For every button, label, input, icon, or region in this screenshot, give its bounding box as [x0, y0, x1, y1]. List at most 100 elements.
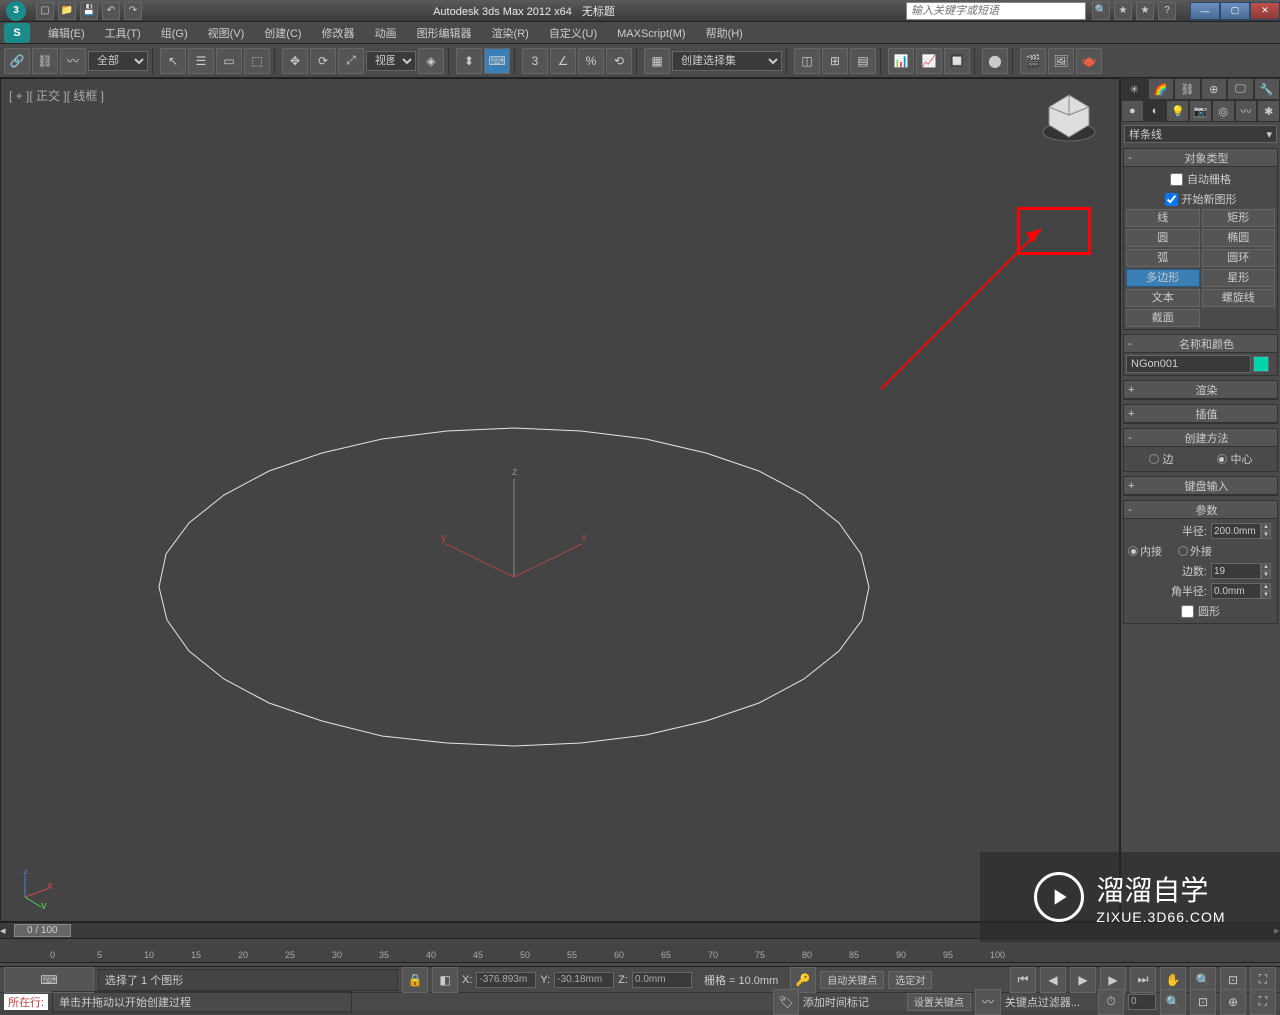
save-icon[interactable]: 💾 [80, 2, 98, 20]
circular-checkbox[interactable] [1181, 605, 1194, 618]
corner-spinner[interactable]: ▲▼ [1211, 583, 1271, 599]
center-radio[interactable] [1217, 454, 1227, 464]
ref-coord-combo[interactable]: 视图 [366, 51, 416, 71]
angle-snap-icon[interactable]: ∠ [550, 48, 576, 74]
key-filter-label[interactable]: 关键点过滤器... [1005, 994, 1080, 1010]
spinner-snap-icon[interactable]: ⟲ [606, 48, 632, 74]
time-ruler[interactable]: 0510152025303540455055606570758085909510… [0, 939, 1280, 963]
utilities-tab-icon[interactable]: 🔧 [1254, 78, 1280, 100]
object-type-button[interactable]: 圆 [1126, 229, 1200, 247]
percent-snap-icon[interactable]: % [578, 48, 604, 74]
render-setup-icon[interactable]: 🎬 [1020, 48, 1046, 74]
unlink-icon[interactable]: ⛓ [32, 48, 58, 74]
graph-icon[interactable]: 📊 [888, 48, 914, 74]
menu-item[interactable]: 编辑(E) [38, 25, 95, 43]
material-icon[interactable]: ⬤ [982, 48, 1008, 74]
application-menu-icon[interactable]: S [4, 23, 30, 43]
edit-named-icon[interactable]: ▦ [644, 48, 670, 74]
edge-radio[interactable] [1149, 454, 1159, 464]
start-new-shape-checkbox[interactable] [1165, 193, 1178, 206]
object-type-button[interactable]: 弧 [1126, 249, 1200, 267]
spacewarps-subtab-icon[interactable]: 〰 [1235, 100, 1258, 122]
systems-subtab-icon[interactable]: ✱ [1257, 100, 1280, 122]
move-icon[interactable]: ✥ [282, 48, 308, 74]
object-type-button[interactable]: 椭圆 [1202, 229, 1276, 247]
select-window-icon[interactable]: ⬚ [244, 48, 270, 74]
layers-icon[interactable]: ▤ [850, 48, 876, 74]
object-type-button[interactable]: 多边形 [1126, 269, 1200, 287]
link-icon[interactable]: 🔗 [4, 48, 30, 74]
select-region-icon[interactable]: ▭ [216, 48, 242, 74]
object-type-button[interactable]: 星形 [1202, 269, 1276, 287]
helpers-subtab-icon[interactable]: ◎ [1212, 100, 1235, 122]
set-key-button[interactable]: 设置关键点 [907, 993, 971, 1011]
rotate-icon[interactable]: ⟳ [310, 48, 336, 74]
object-type-button[interactable]: 螺旋线 [1202, 289, 1276, 307]
mirror-icon[interactable]: ◫ [794, 48, 820, 74]
render-frame-icon[interactable]: 🖼 [1048, 48, 1074, 74]
menu-item[interactable]: 创建(C) [254, 25, 311, 43]
display-tab-icon[interactable]: 🖵 [1227, 78, 1254, 100]
radius-spinner[interactable]: ▲▼ [1211, 523, 1271, 539]
object-type-button[interactable]: 圆环 [1202, 249, 1276, 267]
nav-max-icon[interactable]: ⛶ [1250, 989, 1276, 1015]
prev-frame-icon[interactable]: ◀ [1040, 967, 1066, 993]
auto-key-button[interactable]: 自动关键点 [820, 971, 884, 989]
open-icon[interactable]: 📁 [58, 2, 76, 20]
minimize-button[interactable]: — [1190, 2, 1220, 20]
menu-item[interactable]: 动画 [365, 25, 407, 43]
key-filter-icon[interactable]: 〰 [975, 989, 1001, 1015]
play-icon[interactable]: ▶ [1070, 967, 1096, 993]
select-icon[interactable]: ↖ [160, 48, 186, 74]
manipulate-icon[interactable]: ⬍ [456, 48, 482, 74]
shapes-subtab-icon[interactable]: ◐ [1144, 100, 1167, 122]
menu-item[interactable]: 工具(T) [95, 25, 151, 43]
communication-icon[interactable]: ★ [1114, 2, 1132, 20]
snap-icon[interactable]: 3 [522, 48, 548, 74]
nav-zoom-icon[interactable]: 🔍 [1160, 989, 1186, 1015]
object-type-button[interactable]: 线 [1126, 209, 1200, 227]
menu-item[interactable]: 自定义(U) [539, 25, 607, 43]
undo-icon[interactable]: ↶ [102, 2, 120, 20]
object-type-button[interactable]: 文本 [1126, 289, 1200, 307]
rollout-header[interactable]: -对象类型 [1124, 149, 1277, 167]
menu-item[interactable]: 视图(V) [198, 25, 255, 43]
schematic-icon[interactable]: 🔲 [944, 48, 970, 74]
menu-item[interactable]: 修改器 [312, 25, 365, 43]
menu-item[interactable]: 图形编辑器 [407, 25, 482, 43]
object-name-input[interactable] [1126, 355, 1251, 373]
scale-icon[interactable]: ⤢ [338, 48, 364, 74]
goto-start-icon[interactable]: ⏮ [1010, 967, 1036, 993]
y-coord-input[interactable] [554, 972, 614, 988]
lights-subtab-icon[interactable]: 💡 [1166, 100, 1189, 122]
binoculars-icon[interactable]: 🔍 [1092, 2, 1110, 20]
pivot-icon[interactable]: ◈ [418, 48, 444, 74]
named-selection-combo[interactable]: 创建选择集 [672, 51, 782, 71]
bind-icon[interactable]: 〰 [60, 48, 86, 74]
object-type-button[interactable]: 截面 [1126, 309, 1200, 327]
frame-input[interactable] [1128, 994, 1156, 1010]
object-type-button[interactable]: 矩形 [1202, 209, 1276, 227]
nav-fov-icon[interactable]: ⊡ [1190, 989, 1216, 1015]
goto-end-icon[interactable]: ⏭ [1130, 967, 1156, 993]
favorites-icon[interactable]: ★ [1136, 2, 1154, 20]
auto-grid-checkbox[interactable] [1170, 173, 1183, 186]
keyboard-icon[interactable]: ⌨ [484, 48, 510, 74]
object-color-swatch[interactable] [1253, 356, 1269, 372]
curve-icon[interactable]: 📈 [916, 48, 942, 74]
create-tab-icon[interactable]: ✳ [1121, 78, 1148, 100]
circumscribed-radio[interactable] [1178, 546, 1188, 556]
hierarchy-tab-icon[interactable]: ⛓ [1174, 78, 1201, 100]
help-search-input[interactable] [906, 2, 1086, 20]
z-coord-input[interactable] [632, 972, 692, 988]
timetag-icon[interactable]: 🏷 [773, 989, 799, 1015]
slider-handle[interactable]: 0 / 100 [14, 924, 71, 937]
new-icon[interactable]: ▢ [36, 2, 54, 20]
align-icon[interactable]: ⊞ [822, 48, 848, 74]
cameras-subtab-icon[interactable]: 📷 [1189, 100, 1212, 122]
menu-item[interactable]: 组(G) [151, 25, 198, 43]
menu-item[interactable]: MAXScript(M) [607, 25, 695, 43]
sides-spinner[interactable]: ▲▼ [1211, 563, 1271, 579]
help-icon[interactable]: ? [1158, 2, 1176, 20]
script-listener-icon[interactable]: ⌨ [4, 967, 94, 993]
